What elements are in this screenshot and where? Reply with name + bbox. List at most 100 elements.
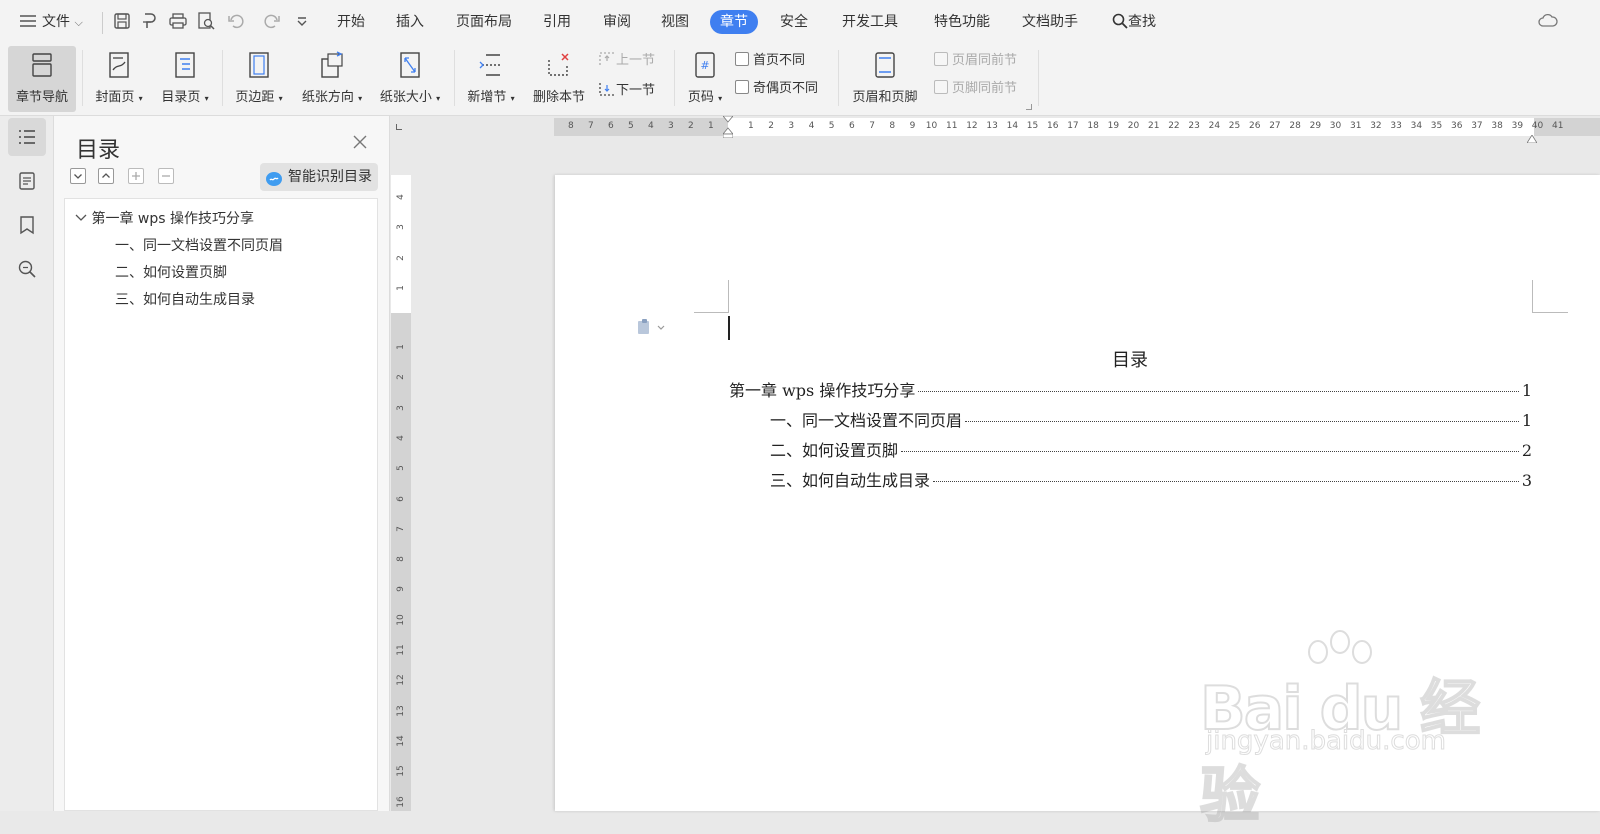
ruler-tick-label: 11 — [396, 644, 406, 656]
tab-doc-assistant[interactable]: 文档助手 — [1022, 12, 1078, 32]
next-section-button[interactable]: 下一节 — [598, 81, 655, 101]
tab-features[interactable]: 特色功能 — [934, 12, 990, 32]
ruler-tick-label: 3 — [668, 121, 674, 131]
divider — [674, 50, 675, 106]
ruler-tick-label: 10 — [925, 121, 938, 131]
cover-page-button[interactable]: 封面页 ▾ — [90, 46, 148, 112]
tab-view[interactable]: 视图 — [661, 12, 689, 32]
watermark: Bai du 经验 jingyan.baidu.com — [1199, 630, 1490, 832]
undo-icon[interactable] — [226, 11, 246, 31]
ruler-tick-label: 6 — [396, 495, 406, 502]
document-toc-title: 目录 — [1112, 350, 1148, 371]
hamburger-icon[interactable] — [18, 11, 38, 31]
ruler-tick-label: 5 — [396, 465, 406, 472]
paste-options-icon[interactable] — [636, 318, 668, 336]
customize-toolbar-icon[interactable] — [292, 11, 312, 31]
ruler-tick-label: 30 — [1329, 121, 1342, 131]
ruler-tick-label: 22 — [1168, 121, 1180, 131]
group-launcher-icon[interactable] — [1026, 104, 1032, 110]
tab-references[interactable]: 引用 — [543, 12, 571, 32]
prev-section-icon — [598, 51, 616, 67]
toc-entry-page: 2 — [1521, 441, 1532, 460]
close-icon[interactable] — [352, 134, 368, 150]
tab-page-layout[interactable]: 页面布局 — [456, 12, 512, 32]
odd-even-diff-checkbox[interactable]: 奇偶页不同 — [735, 79, 818, 99]
page-thumbnail-icon[interactable] — [8, 162, 46, 200]
ruler-tick-label: 21 — [1148, 121, 1160, 131]
tree-item-section2[interactable]: 二、如何设置页脚 — [115, 262, 227, 282]
toc-page-icon — [170, 50, 200, 80]
crop-mark — [728, 280, 729, 312]
search-label: 查找 — [1128, 14, 1156, 30]
bookmark-icon[interactable] — [8, 206, 46, 244]
ruler-tick-label: 7 — [396, 525, 406, 532]
tree-item-section1[interactable]: 一、同一文档设置不同页眉 — [115, 235, 283, 255]
page-number-button[interactable]: # 页码 ▾ — [682, 46, 728, 112]
page-number-icon: # — [690, 50, 720, 80]
document-toc-entry[interactable]: 三、如何自动生成目录 3 — [770, 467, 1532, 491]
tree-item-section3[interactable]: 三、如何自动生成目录 — [115, 289, 255, 309]
ruler-tick-label: 4 — [648, 121, 654, 131]
find-icon[interactable] — [8, 250, 46, 288]
tab-chapter[interactable]: 章节 — [710, 10, 758, 34]
ruler-tick-label: 40 — [1531, 121, 1544, 131]
cloud-sync-icon[interactable] — [1538, 11, 1558, 31]
document-toc-entry[interactable]: 第一章 wps 操作技巧分享 1 — [729, 377, 1532, 401]
new-section-button[interactable]: 新增节 ▾ — [462, 46, 520, 112]
delete-section-button[interactable]: 删除本节 — [528, 46, 590, 112]
tab-security[interactable]: 安全 — [780, 12, 808, 32]
print-icon[interactable] — [168, 11, 188, 31]
toc-page-button[interactable]: 目录页 ▾ — [156, 46, 214, 112]
tab-insert[interactable]: 插入 — [396, 12, 424, 32]
first-page-diff-checkbox[interactable]: 首页不同 — [735, 51, 805, 71]
toc-nav-icon[interactable] — [8, 118, 46, 156]
tab-developer[interactable]: 开发工具 — [842, 12, 898, 32]
ruler-tick-label: 13 — [396, 704, 406, 717]
nav-icon-strip — [0, 116, 54, 811]
paper-size-button[interactable]: 纸张大小 ▾ — [374, 46, 446, 112]
toc-dot-leader — [965, 421, 1519, 422]
ruler-tick-label: 16 — [1047, 121, 1059, 131]
ruler-tick-label: 8 — [396, 556, 406, 562]
orientation-button[interactable]: 纸张方向 ▾ — [296, 46, 368, 112]
chapter-nav-button[interactable]: 章节导航 — [8, 46, 76, 112]
expand-all-icon[interactable] — [70, 168, 86, 184]
demote-level-icon[interactable] — [158, 168, 174, 184]
document-toc-entry[interactable]: 二、如何设置页脚 2 — [770, 437, 1532, 461]
smart-toc-button[interactable]: 智能识别目录 — [260, 163, 378, 191]
divider — [1038, 50, 1039, 106]
margins-button[interactable]: 页边距 ▾ — [230, 46, 288, 112]
header-footer-button[interactable]: 页眉和页脚 — [846, 46, 924, 112]
next-section-icon — [598, 81, 616, 97]
prev-section-button[interactable]: 上一节 — [598, 51, 655, 71]
new-section-icon — [476, 50, 506, 80]
ribbon: 章节导航 封面页 ▾ 目录页 ▾ 页边距 ▾ 纸张方向 ▾ 纸张大小 ▾ 新增节… — [0, 44, 1600, 116]
print-preview-icon[interactable] — [196, 11, 216, 31]
ruler-tick-label: 39 — [1511, 121, 1524, 131]
cloud-icon — [265, 169, 283, 186]
divider — [838, 50, 839, 106]
collapse-all-icon[interactable] — [98, 168, 114, 184]
divider — [454, 50, 455, 106]
promote-level-icon[interactable] — [128, 168, 144, 184]
prev-section-label: 上一节 — [616, 53, 656, 68]
document-toc-entry[interactable]: 一、同一文档设置不同页眉 1 — [770, 407, 1532, 431]
file-menu[interactable]: 文件 ⌵ — [42, 12, 83, 32]
tab-stop-icon[interactable] — [396, 124, 402, 130]
toc-entry-text: 一、同一文档设置不同页眉 — [770, 411, 963, 430]
search-button[interactable]: 查找 — [1112, 12, 1156, 32]
save-icon[interactable] — [112, 11, 132, 31]
ruler-tick-label: 8 — [568, 121, 574, 131]
tab-home[interactable]: 开始 — [337, 12, 365, 32]
header-same-prev-checkbox[interactable]: 页眉同前节 — [934, 51, 1017, 71]
tab-review[interactable]: 审阅 — [603, 12, 631, 32]
odd-even-diff-label: 奇偶页不同 — [753, 81, 819, 96]
ruler-tick-label: 9 — [909, 121, 916, 131]
redo-icon[interactable] — [262, 11, 282, 31]
footer-same-prev-checkbox[interactable]: 页脚同前节 — [934, 79, 1017, 99]
tree-item-chapter1[interactable]: 第一章 wps 操作技巧分享 — [75, 208, 254, 228]
ruler-tick-label: 12 — [396, 674, 406, 687]
export-icon[interactable] — [140, 11, 160, 31]
toc-page-label: 目录页 ▾ — [161, 90, 209, 105]
indent-marker-icon[interactable] — [722, 115, 734, 139]
